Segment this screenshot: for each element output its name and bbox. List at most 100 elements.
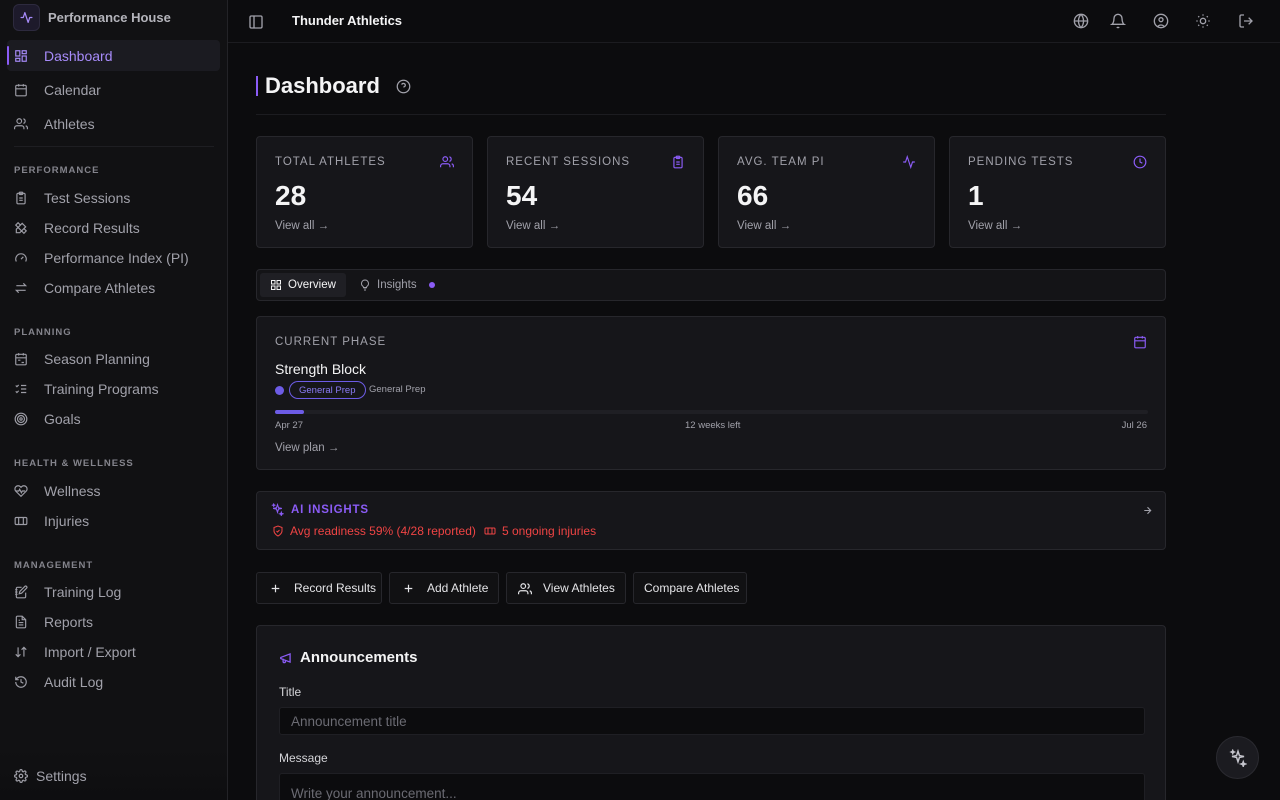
bandage-icon	[14, 514, 28, 528]
sidebar-item-test-sessions[interactable]: Test Sessions	[7, 182, 220, 213]
sidebar-item-season-planning[interactable]: Season Planning	[7, 343, 220, 374]
plus-icon	[402, 582, 415, 595]
insight-text: Avg readiness 59% (4/28 reported)	[290, 524, 476, 538]
heart-pulse-icon	[14, 484, 28, 498]
sidebar: Performance House Dashboard Calendar Ath…	[0, 0, 228, 800]
view-all-link[interactable]: View all →	[506, 220, 560, 232]
tab-overview[interactable]: Overview	[260, 273, 346, 297]
sparkles-icon	[271, 503, 284, 516]
globe-icon[interactable]	[1073, 13, 1089, 29]
stat-label: AVG. TEAM PI	[737, 156, 825, 168]
bell-icon[interactable]	[1110, 13, 1126, 29]
target-icon	[14, 412, 28, 426]
insight-injuries: 5 ongoing injuries	[484, 524, 596, 538]
arrow-right-icon[interactable]	[1142, 505, 1153, 516]
ai-assistant-button[interactable]	[1216, 736, 1259, 779]
sidebar-item-compare-athletes[interactable]: Compare Athletes	[7, 272, 220, 303]
section-title-management: MANAGEMENT	[14, 560, 94, 571]
sidebar-item-settings[interactable]: Settings	[14, 768, 87, 784]
stat-card-avg-team-pi[interactable]: AVG. TEAM PI 66 View all →	[718, 136, 935, 248]
sidebar-item-performance-index[interactable]: Performance Index (PI)	[7, 242, 220, 273]
view-all-link[interactable]: View all →	[737, 220, 791, 232]
phase-badge: General Prep	[289, 381, 366, 399]
view-plan-link[interactable]: View plan →	[275, 442, 339, 454]
button-label: Record Results	[294, 581, 377, 595]
user-circle-icon[interactable]	[1153, 13, 1169, 29]
sidebar-item-training-programs[interactable]: Training Programs	[7, 373, 220, 404]
file-text-icon	[14, 615, 28, 629]
gear-icon	[14, 769, 28, 783]
sidebar-item-athletes[interactable]: Athletes	[7, 108, 220, 139]
calendar-icon	[1133, 335, 1147, 349]
help-circle-icon[interactable]	[396, 79, 411, 94]
stat-card-recent-sessions[interactable]: RECENT SESSIONS 54 View all →	[487, 136, 704, 248]
sidebar-item-dashboard[interactable]: Dashboard	[7, 40, 220, 71]
brand[interactable]: Performance House	[13, 4, 171, 31]
sidebar-item-label: Training Log	[44, 583, 122, 600]
stat-value: 54	[506, 180, 538, 211]
phase-label: CURRENT PHASE	[275, 336, 387, 348]
sidebar-toggle-icon[interactable]	[248, 14, 264, 30]
sidebar-item-reports[interactable]: Reports	[7, 606, 220, 637]
stat-label: RECENT SESSIONS	[506, 156, 631, 168]
phase-progress-track	[275, 410, 1148, 414]
ai-insights-header: AI INSIGHTS	[271, 503, 369, 516]
sidebar-item-label: Dashboard	[44, 47, 113, 64]
sidebar-item-injuries[interactable]: Injuries	[7, 505, 220, 536]
view-athletes-button[interactable]: View Athletes	[506, 572, 626, 604]
notification-dot	[428, 282, 435, 288]
stat-card-pending-tests[interactable]: PENDING TESTS 1 View all →	[949, 136, 1166, 248]
sidebar-item-label: Goals	[44, 410, 81, 427]
sidebar-divider	[14, 146, 214, 147]
sidebar-item-label: Athletes	[44, 115, 95, 132]
page-header: Dashboard	[256, 73, 411, 99]
view-all-link[interactable]: View all →	[968, 220, 1022, 232]
phase-name: Strength Block	[275, 361, 367, 377]
tab-label: Overview	[288, 279, 336, 291]
sun-icon[interactable]	[1195, 13, 1211, 29]
sidebar-item-label: Test Sessions	[44, 189, 131, 206]
view-all-link[interactable]: View all →	[275, 220, 329, 232]
layout-grid-icon	[14, 49, 28, 63]
phase-color-dot	[275, 386, 284, 395]
arrows-compare-icon	[14, 281, 28, 295]
phase-start-date: Apr 27	[275, 420, 303, 431]
add-athlete-button[interactable]: Add Athlete	[389, 572, 499, 604]
announcements-title: Announcements	[300, 649, 418, 666]
sparkles-icon	[1228, 748, 1247, 767]
list-checks-icon	[14, 382, 28, 396]
stat-value: 1	[968, 180, 984, 211]
settings-label: Settings	[36, 768, 87, 784]
calendar-icon	[14, 83, 28, 97]
logout-icon[interactable]	[1238, 13, 1254, 29]
current-phase-card: CURRENT PHASE Strength Block General Pre…	[256, 316, 1166, 470]
sidebar-item-audit-log[interactable]: Audit Log	[7, 666, 220, 697]
phase-remaining: 12 weeks left	[685, 420, 741, 431]
tab-bar: Overview Insights	[256, 269, 1166, 301]
sidebar-item-import-export[interactable]: Import / Export	[7, 636, 220, 667]
clock-icon	[1133, 155, 1147, 169]
sidebar-item-calendar[interactable]: Calendar	[7, 74, 220, 105]
tab-insights[interactable]: Insights	[349, 273, 445, 297]
phase-end-date: Jul 26	[1121, 420, 1147, 431]
record-results-button[interactable]: Record Results	[256, 572, 382, 604]
sidebar-item-wellness[interactable]: Wellness	[7, 475, 220, 506]
sidebar-item-label: Training Programs	[44, 380, 159, 397]
org-name: Thunder Athletics	[292, 13, 403, 28]
sidebar-item-label: Audit Log	[44, 673, 104, 690]
title-accent-bar	[256, 76, 258, 96]
ai-insights-card[interactable]: AI INSIGHTS Avg readiness 59% (4/28 repo…	[256, 491, 1166, 550]
sidebar-item-record-results[interactable]: Record Results	[7, 212, 220, 243]
compare-athletes-button[interactable]: Compare Athletes	[633, 572, 747, 604]
sidebar-item-goals[interactable]: Goals	[7, 403, 220, 434]
announcement-message-input[interactable]	[279, 773, 1145, 800]
announcements-header: Announcements	[279, 649, 418, 666]
shield-alert-icon	[272, 525, 284, 537]
announcement-title-input[interactable]	[279, 707, 1145, 735]
sidebar-item-training-log[interactable]: Training Log	[7, 576, 220, 607]
clipboard-icon	[14, 191, 28, 205]
announcements-card: Announcements Title Message	[256, 625, 1166, 800]
stat-card-total-athletes[interactable]: TOTAL ATHLETES 28 View all →	[256, 136, 473, 248]
sidebar-item-label: Record Results	[44, 219, 140, 236]
history-icon	[14, 675, 28, 689]
